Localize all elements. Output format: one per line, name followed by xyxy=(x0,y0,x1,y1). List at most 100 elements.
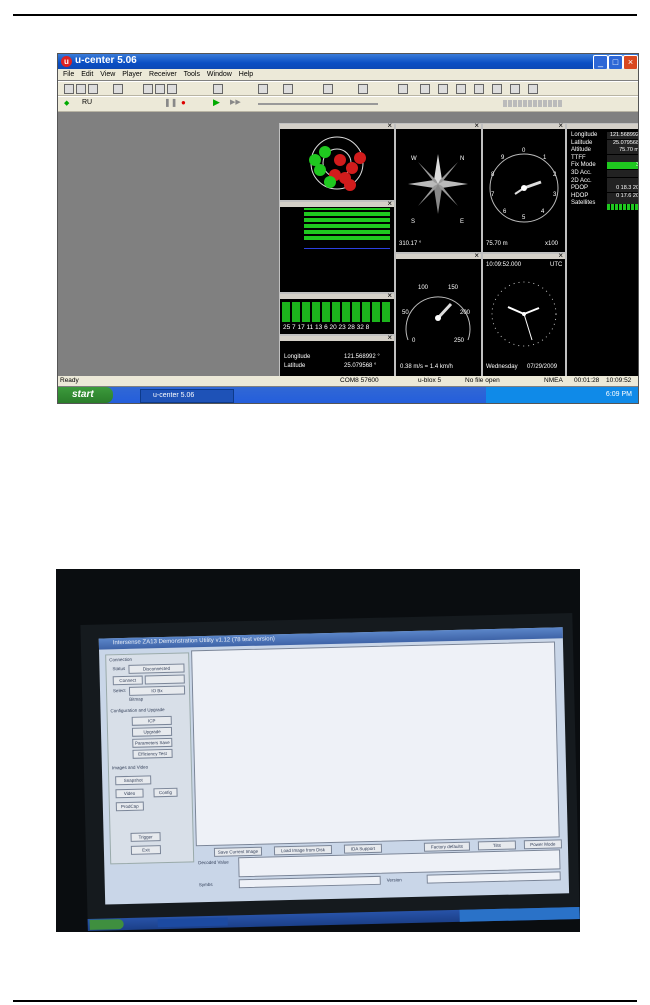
mini-longitude-value: 121.568992 ° xyxy=(344,354,380,360)
photo-taskbar-item[interactable] xyxy=(157,917,228,928)
port-selector[interactable]: RU xyxy=(82,99,92,106)
info-row-label: TTFF xyxy=(571,154,586,161)
menu-receiver[interactable]: Receiver xyxy=(149,69,177,80)
compass-e: E xyxy=(460,219,465,225)
ucenter-logo-icon: u xyxy=(61,56,72,67)
bar-tool-icon[interactable] xyxy=(510,84,520,94)
data-tool-icon[interactable] xyxy=(528,84,538,94)
play-icon[interactable]: ▶ xyxy=(213,97,220,108)
menu-help[interactable]: Help xyxy=(239,69,253,80)
status-label: Status xyxy=(112,665,126,672)
menu-view[interactable]: View xyxy=(100,69,115,80)
speed-tick-250: 250 xyxy=(454,338,465,344)
info-row-value: 0 17.6 20 xyxy=(607,192,638,200)
alt-num-8: 8 xyxy=(491,172,495,178)
info-row-value xyxy=(607,177,638,185)
pause-icon[interactable]: ❚❚ xyxy=(164,98,177,107)
menu-edit[interactable]: Edit xyxy=(81,69,93,80)
speed-tool-icon[interactable] xyxy=(492,84,502,94)
icp-button[interactable]: ICP xyxy=(131,715,172,726)
photo-demo-utility: Intersense ZA13 Demonstration Utility v1… xyxy=(56,569,580,932)
paste-icon[interactable] xyxy=(167,84,177,94)
minimize-button[interactable]: _ xyxy=(593,55,608,70)
compass-s: S xyxy=(411,219,416,225)
snapshot-button[interactable]: Snapshot xyxy=(115,775,152,786)
signal-bars-close-icon[interactable]: × xyxy=(387,291,392,300)
trigger-button[interactable]: Trigger xyxy=(130,832,161,842)
toolbar-main xyxy=(58,81,638,96)
speed-tick-0: 0 xyxy=(412,338,416,344)
view-icon[interactable] xyxy=(258,84,268,94)
config-button[interactable]: Config xyxy=(153,787,178,798)
speed-close-icon[interactable]: × xyxy=(474,251,479,260)
print-icon[interactable] xyxy=(113,84,123,94)
satellite-tool-icon[interactable] xyxy=(474,84,484,94)
status-time: 10:09:52 xyxy=(606,377,632,384)
info-pane: × Longitude121.568992Latitude25.079568Al… xyxy=(566,121,639,377)
altimeter-close-icon[interactable]: × xyxy=(558,121,563,130)
info-row: Longitude 121.568992 xyxy=(571,132,638,139)
taskbar-ucenter[interactable]: u-center 5.06 xyxy=(140,389,234,403)
info-close-icon[interactable]: × xyxy=(638,121,639,130)
signal-table-pane: × xyxy=(279,199,395,293)
connect-button[interactable]: Connect xyxy=(112,675,143,686)
menu-file[interactable]: File xyxy=(63,69,74,80)
table-icon[interactable] xyxy=(283,84,293,94)
signal-bars-pane: × 25 7 17 11 13 6 20 23 28 32 8 xyxy=(279,291,395,335)
exit-button[interactable]: Exit xyxy=(130,845,162,855)
photo-system-tray xyxy=(459,906,580,922)
sky-view-plot xyxy=(309,136,366,191)
signal-table xyxy=(282,208,390,290)
doc-icon[interactable] xyxy=(213,84,223,94)
speed-tick-50: 50 xyxy=(402,310,409,316)
cut-icon[interactable] xyxy=(143,84,153,94)
port-field[interactable] xyxy=(144,674,185,685)
version-label: Version xyxy=(386,877,402,883)
parameters-save-button[interactable]: Parameters Save xyxy=(132,737,173,748)
sky-icon[interactable] xyxy=(398,84,408,94)
status-ready: Ready xyxy=(60,377,79,384)
efficiency-test-button[interactable]: Efficiency Test xyxy=(132,748,173,759)
clock-tool-icon[interactable] xyxy=(438,84,448,94)
tilts-button[interactable]: Tilts xyxy=(477,840,517,851)
map-icon[interactable] xyxy=(358,84,368,94)
power-mode-button[interactable]: Power Mode xyxy=(523,839,563,850)
ida-support-button[interactable]: IDA Support xyxy=(343,843,383,854)
factory-defaults-button[interactable]: Factory defaults xyxy=(423,841,471,852)
alt-num-9: 9 xyxy=(501,155,505,161)
start-button[interactable]: start xyxy=(58,387,113,403)
mini-data-close-icon[interactable]: × xyxy=(387,333,392,342)
close-button[interactable]: × xyxy=(623,55,638,70)
new-file-icon[interactable] xyxy=(64,84,74,94)
compass-tool-icon[interactable] xyxy=(420,84,430,94)
upgrade-button[interactable]: Upgrade xyxy=(131,726,173,737)
fast-forward-icon[interactable]: ▶▶ xyxy=(230,98,241,106)
select-dropdown[interactable]: IO Bx xyxy=(128,685,186,696)
player-slider[interactable] xyxy=(258,103,378,105)
sky-close-icon[interactable]: × xyxy=(387,121,392,130)
info-row: 2D Acc. xyxy=(571,177,638,185)
record-icon[interactable]: ● xyxy=(181,98,186,107)
maximize-button[interactable]: □ xyxy=(608,55,623,70)
video-button[interactable]: Video xyxy=(115,788,144,799)
clock-close-icon[interactable]: × xyxy=(558,251,563,260)
signal-table-close-icon[interactable]: × xyxy=(387,199,392,208)
connection-icon[interactable]: ◆ xyxy=(64,99,69,107)
save-icon[interactable] xyxy=(76,84,86,94)
menu-player[interactable]: Player xyxy=(122,69,142,80)
menu-tools[interactable]: Tools xyxy=(184,69,200,80)
info-row-label: Fix Mode xyxy=(571,162,596,169)
satellite-marker xyxy=(334,154,346,166)
compass-close-icon[interactable]: × xyxy=(474,121,479,130)
load-image-button[interactable]: Load Image from Disk xyxy=(273,844,333,856)
menu-window[interactable]: Window xyxy=(207,69,232,80)
save-current-image-button[interactable]: Save Current Image xyxy=(213,846,263,857)
chart-icon[interactable] xyxy=(323,84,333,94)
prodcap-button[interactable]: ProdCap xyxy=(115,801,144,812)
gauge-tool-icon[interactable] xyxy=(456,84,466,94)
photo-start-button[interactable] xyxy=(89,919,124,930)
status-file: No file open xyxy=(465,377,500,384)
open-icon[interactable] xyxy=(88,84,98,94)
copy-icon[interactable] xyxy=(155,84,165,94)
image-display-area[interactable] xyxy=(191,641,560,847)
